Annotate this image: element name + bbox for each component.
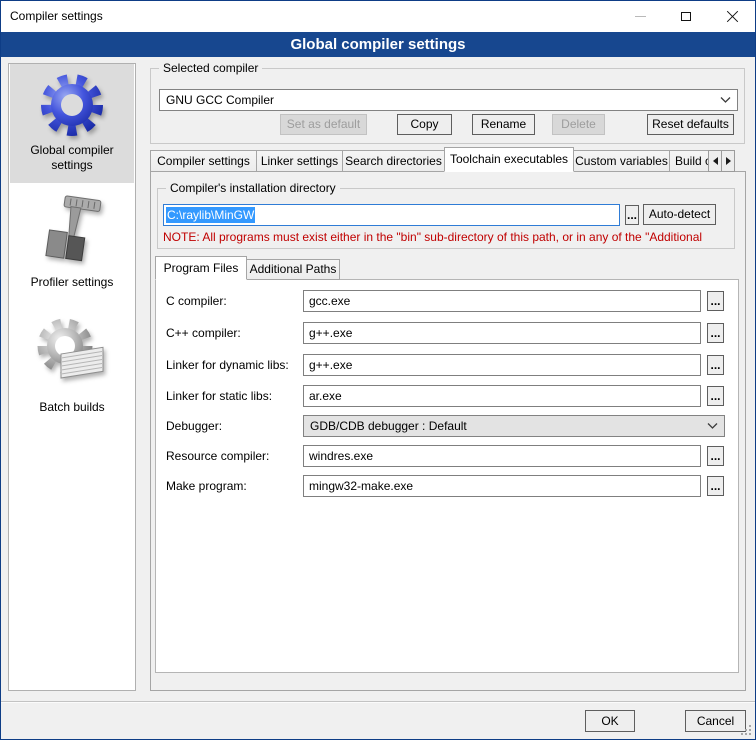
bin-subdirectory-note: NOTE: All programs must exist either in … [163,230,733,244]
set-as-default-button[interactable]: Set as default [280,114,367,135]
sidebar-item-batch-builds[interactable]: Batch builds [10,307,134,421]
tab-toolchain-executables[interactable]: Toolchain executables [444,147,574,172]
field-row-make-program: Make program: mingw32-make.exe ... [156,475,738,497]
cancel-button[interactable]: Cancel [685,710,746,732]
selected-compiler-dropdown[interactable]: GNU GCC Compiler [159,89,738,111]
maximize-button[interactable] [663,1,709,32]
linker-static-browse-button[interactable]: ... [707,386,724,406]
field-row-cpp-compiler: C++ compiler: g++.exe ... [156,322,738,344]
main-tabs: Compiler settings Linker settings Search… [150,147,735,172]
selected-compiler-value: GNU GCC Compiler [166,90,720,110]
scroll-left-icon [713,157,718,165]
program-files-panel: C compiler: gcc.exe ... C++ compiler: g+… [155,279,739,673]
ok-button[interactable]: OK [585,710,635,732]
delete-button[interactable]: Delete [552,114,605,135]
gear-stack-icon [37,312,107,398]
field-row-resource-compiler: Resource compiler: windres.exe ... [156,445,738,467]
subtab-program-files[interactable]: Program Files [155,256,247,280]
tab-compiler-settings[interactable]: Compiler settings [150,150,257,172]
tab-linker-settings[interactable]: Linker settings [256,150,343,172]
c-compiler-browse-button[interactable]: ... [707,291,724,311]
resource-compiler-label: Resource compiler: [166,449,269,463]
rename-button[interactable]: Rename [472,114,535,135]
cpp-compiler-label: C++ compiler: [166,326,241,340]
minimize-icon [635,16,646,17]
close-icon [726,10,739,23]
sidebar-item-label: Global compiler settings [10,143,134,173]
close-button[interactable] [709,1,755,32]
subtab-additional-paths[interactable]: Additional Paths [246,259,340,280]
linker-dynamic-label: Linker for dynamic libs: [166,358,289,372]
linker-static-label: Linker for static libs: [166,389,272,403]
compiler-settings-window: Compiler settings Global compiler settin… [0,0,756,740]
tab-scroll-left-button[interactable] [708,150,722,172]
tab-search-directories[interactable]: Search directories [342,150,445,172]
c-compiler-input[interactable]: gcc.exe [303,290,701,312]
caption-buttons [617,1,755,32]
window-title: Compiler settings [10,1,103,32]
sidebar: Global compiler settings Profiler settin… [8,63,136,691]
c-compiler-label: C compiler: [166,294,227,308]
chevron-down-icon [720,97,731,103]
cpp-compiler-input[interactable]: g++.exe [303,322,701,344]
debugger-dropdown[interactable]: GDB/CDB debugger : Default [303,415,725,437]
installation-directory-input[interactable]: C:\raylib\MinGW [163,204,620,226]
caliper-icon [37,193,107,273]
linker-dynamic-browse-button[interactable]: ... [707,355,724,375]
installation-directory-group: Compiler's installation directory C:\ray… [157,188,735,249]
field-row-linker-static: Linker for static libs: ar.exe ... [156,385,738,407]
sidebar-item-label: Batch builds [10,400,134,415]
dialog-header-title: Global compiler settings [290,36,465,53]
toolchain-subtabs: Program Files Additional Paths [155,256,340,280]
resource-compiler-input[interactable]: windres.exe [303,445,701,467]
scroll-right-icon [726,157,731,165]
gear-blue-icon [37,69,107,141]
field-row-linker-dynamic: Linker for dynamic libs: g++.exe ... [156,354,738,376]
titlebar: Compiler settings [1,1,755,32]
sidebar-item-global-compiler-settings[interactable]: Global compiler settings [10,64,134,183]
selected-compiler-group-label: Selected compiler [159,61,262,75]
cpp-compiler-browse-button[interactable]: ... [707,323,724,343]
sidebar-item-label: Profiler settings [10,275,134,290]
toolchain-executables-panel: Compiler's installation directory C:\ray… [150,171,746,691]
footer-divider [1,701,755,703]
installation-directory-group-label: Compiler's installation directory [166,181,340,195]
tab-custom-variables[interactable]: Custom variables [573,150,670,172]
linker-static-input[interactable]: ar.exe [303,385,701,407]
auto-detect-button[interactable]: Auto-detect [643,204,716,225]
resource-compiler-browse-button[interactable]: ... [707,446,724,466]
chevron-down-icon [707,423,718,429]
minimize-button[interactable] [617,1,663,32]
copy-button[interactable]: Copy [397,114,452,135]
make-program-input[interactable]: mingw32-make.exe [303,475,701,497]
make-program-browse-button[interactable]: ... [707,476,724,496]
debugger-value: GDB/CDB debugger : Default [310,416,707,436]
maximize-icon [681,12,691,21]
make-program-label: Make program: [166,479,247,493]
installation-directory-browse-button[interactable]: ... [625,205,639,225]
installation-directory-value: C:\raylib\MinGW [166,207,255,223]
reset-defaults-button[interactable]: Reset defaults [647,114,734,135]
linker-dynamic-input[interactable]: g++.exe [303,354,701,376]
resize-grip[interactable] [741,733,743,735]
selected-compiler-group: Selected compiler GNU GCC Compiler Set a… [150,68,745,144]
sidebar-item-profiler-settings[interactable]: Profiler settings [10,188,134,298]
field-row-c-compiler: C compiler: gcc.exe ... [156,290,738,312]
tab-build-options[interactable]: Build options [669,150,709,172]
tab-scroll-right-button[interactable] [721,150,735,172]
tab-scroll-buttons [709,150,735,172]
field-row-debugger: Debugger: GDB/CDB debugger : Default [156,415,738,437]
debugger-label: Debugger: [166,419,222,433]
dialog-header: Global compiler settings [1,32,755,57]
